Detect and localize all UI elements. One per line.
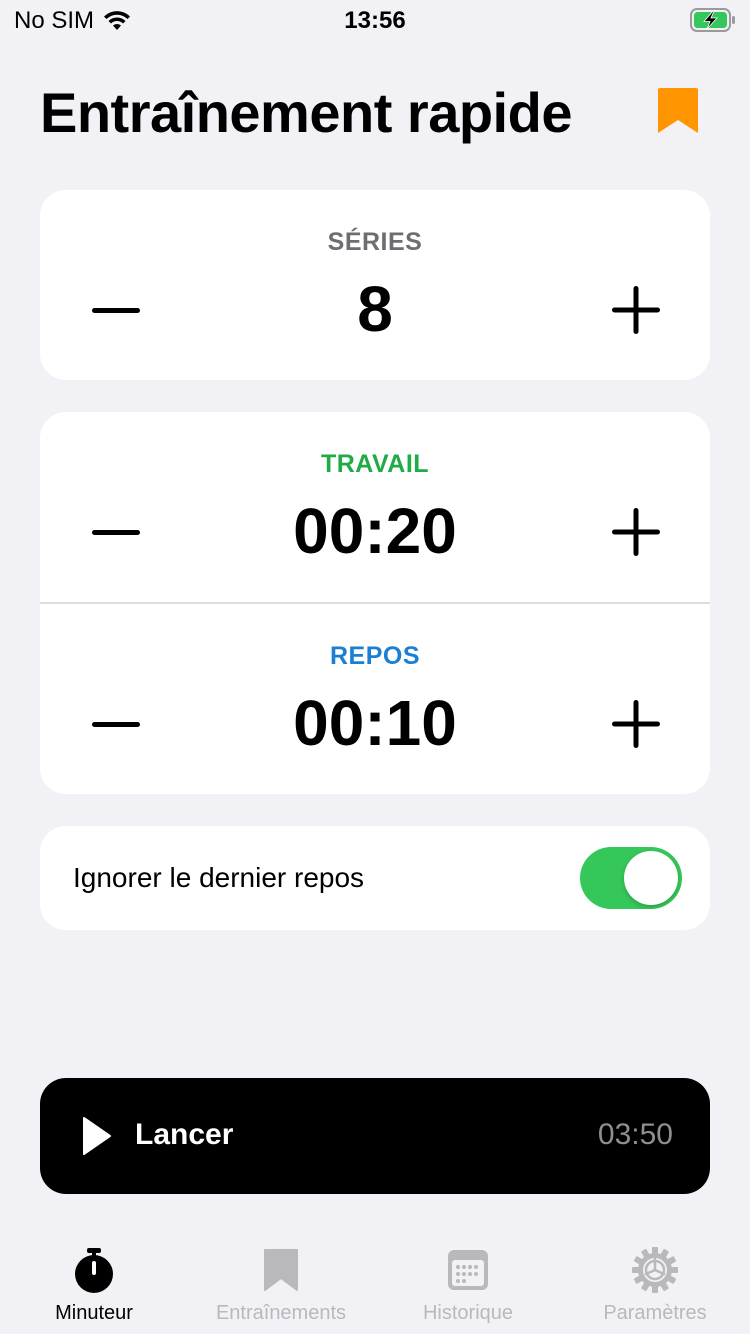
launch-label: Lancer <box>135 1118 234 1151</box>
tab-historique[interactable]: Historique <box>378 1246 558 1334</box>
work-stepper: TRAVAIL 00:20 <box>40 412 710 602</box>
bookmark-icon[interactable] <box>656 86 700 136</box>
skip-last-rest-toggle[interactable] <box>580 847 682 909</box>
tab-label: Minuteur <box>55 1302 133 1324</box>
battery-charging-icon <box>690 8 735 32</box>
launch-button[interactable]: Lancer 03:50 <box>40 1078 710 1194</box>
clock: 13:56 <box>344 7 406 34</box>
stopwatch-icon <box>75 1248 113 1293</box>
bookmark-icon <box>264 1249 298 1291</box>
series-increment-button[interactable] <box>606 282 666 338</box>
work-label: TRAVAIL <box>320 450 430 478</box>
series-label: SÉRIES <box>327 228 423 256</box>
skip-last-rest-row: Ignorer le dernier repos <box>40 826 710 930</box>
tab-parametres[interactable]: Paramètres <box>565 1246 745 1334</box>
play-icon <box>83 1117 111 1155</box>
rest-increment-button[interactable] <box>606 696 666 752</box>
toggle-knob <box>624 851 678 905</box>
page-title: Entraînement rapide <box>40 81 572 144</box>
series-card: SÉRIES 8 <box>40 190 710 380</box>
total-duration: 03:50 <box>597 1118 673 1151</box>
intervals-card: TRAVAIL 00:20 REPOS 00:10 <box>40 412 710 794</box>
tab-entrainements[interactable]: Entraînements <box>191 1246 371 1334</box>
tab-label: Paramètres <box>603 1302 707 1324</box>
gear-icon <box>632 1247 678 1293</box>
status-bar: No SIM 13:56 <box>0 0 750 40</box>
work-increment-button[interactable] <box>606 504 666 560</box>
rest-label: REPOS <box>329 642 421 670</box>
tab-label: Entraînements <box>215 1302 347 1324</box>
rest-stepper: REPOS 00:10 <box>40 604 710 794</box>
tab-minuteur[interactable]: Minuteur <box>4 1246 184 1334</box>
skip-last-rest-label: Ignorer le dernier repos <box>73 862 365 893</box>
calendar-icon <box>448 1250 488 1290</box>
tab-label: Historique <box>422 1302 514 1324</box>
series-stepper: SÉRIES 8 <box>40 190 710 380</box>
